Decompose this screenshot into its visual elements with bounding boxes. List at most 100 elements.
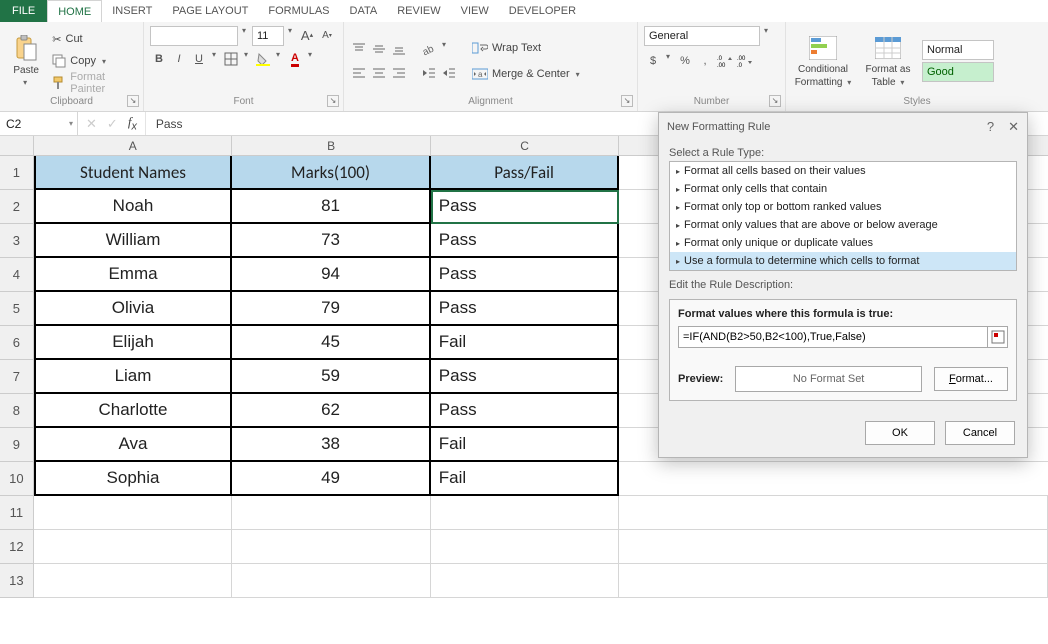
format-painter-button[interactable]: Format Painter (50, 73, 137, 93)
row-header[interactable]: 7 (0, 360, 34, 394)
tab-formulas[interactable]: FORMULAS (258, 0, 339, 22)
conditional-formatting-button[interactable]: Conditional Formatting ▾ (792, 30, 854, 92)
tab-page-layout[interactable]: PAGE LAYOUT (162, 0, 258, 22)
cell-styles-gallery[interactable]: Normal Good (922, 40, 994, 82)
orientation-button[interactable]: ab (420, 40, 438, 58)
merge-center-button[interactable]: a Merge & Center ▾ (470, 64, 586, 84)
cancel-formula-icon[interactable]: ✕ (86, 116, 97, 132)
font-dialog-launcher[interactable]: ↘ (327, 95, 339, 107)
cell-B10[interactable]: 49 (232, 462, 431, 496)
cell-C1[interactable]: Pass/Fail (431, 156, 620, 190)
row-header[interactable]: 1 (0, 156, 34, 190)
cell-A13[interactable] (34, 564, 233, 598)
tab-home[interactable]: HOME (47, 0, 102, 22)
borders-button[interactable] (222, 50, 240, 68)
cell-A6[interactable]: Elijah (34, 326, 233, 360)
font-color-button[interactable]: A (286, 50, 304, 68)
clipboard-dialog-launcher[interactable]: ↘ (127, 95, 139, 107)
percent-button[interactable]: % (676, 52, 694, 70)
increase-decimal-button[interactable]: .0.00 (716, 52, 734, 70)
select-all-corner[interactable] (0, 136, 34, 156)
number-dialog-launcher[interactable]: ↘ (769, 95, 781, 107)
row-header[interactable]: 11 (0, 496, 34, 530)
cell-B11[interactable] (232, 496, 431, 530)
increase-indent-button[interactable] (440, 64, 458, 82)
style-normal[interactable]: Normal (922, 40, 994, 60)
increase-font-button[interactable]: A▴ (298, 26, 316, 44)
align-bottom-button[interactable] (390, 40, 408, 58)
decrease-decimal-button[interactable]: .00.0 (736, 52, 754, 70)
cell-A3[interactable]: William (34, 224, 233, 258)
cell-A5[interactable]: Olivia (34, 292, 233, 326)
align-right-button[interactable] (390, 64, 408, 82)
number-format-select[interactable]: General (644, 26, 760, 46)
decrease-indent-button[interactable] (420, 64, 438, 82)
cell-A1[interactable]: Student Names (34, 156, 233, 190)
comma-style-button[interactable]: , (696, 52, 714, 70)
cell-C2[interactable]: Pass (431, 190, 620, 224)
row-header[interactable]: 9 (0, 428, 34, 462)
underline-button[interactable]: U (190, 50, 208, 68)
cancel-button[interactable]: Cancel (945, 421, 1015, 445)
rule-type-list[interactable]: Format all cells based on their valuesFo… (669, 161, 1017, 271)
dialog-close-icon[interactable]: ✕ (1008, 119, 1019, 135)
cell-B5[interactable]: 79 (232, 292, 431, 326)
row-header[interactable]: 13 (0, 564, 34, 598)
cell-A4[interactable]: Emma (34, 258, 233, 292)
fill-color-button[interactable] (254, 50, 272, 68)
currency-button[interactable]: $ (644, 52, 662, 70)
style-good[interactable]: Good (922, 62, 994, 82)
row-header[interactable]: 3 (0, 224, 34, 258)
tab-insert[interactable]: INSERT (102, 0, 162, 22)
tab-file[interactable]: FILE (0, 0, 47, 22)
col-header-a[interactable]: A (34, 136, 232, 156)
cell-A7[interactable]: Liam (34, 360, 233, 394)
tab-developer[interactable]: DEVELOPER (499, 0, 586, 22)
cell-A9[interactable]: Ava (34, 428, 233, 462)
cell-B7[interactable]: 59 (232, 360, 431, 394)
dialog-titlebar[interactable]: New Formatting Rule ? ✕ (659, 113, 1027, 141)
rule-type-item[interactable]: Format only cells that contain (670, 180, 1016, 198)
tab-review[interactable]: REVIEW (387, 0, 450, 22)
cell-C11[interactable] (431, 496, 620, 530)
cell-C12[interactable] (431, 530, 620, 564)
rule-type-item[interactable]: Format only unique or duplicate values (670, 234, 1016, 252)
cell-B6[interactable]: 45 (232, 326, 431, 360)
font-name-select[interactable] (150, 26, 238, 46)
ok-button[interactable]: OK (865, 421, 935, 445)
font-size-select[interactable]: 11 (252, 26, 284, 46)
rule-type-item[interactable]: Format only top or bottom ranked values (670, 198, 1016, 216)
cell-B1[interactable]: Marks(100) (232, 156, 431, 190)
cell-C3[interactable]: Pass (431, 224, 620, 258)
align-middle-button[interactable] (370, 40, 388, 58)
cut-button[interactable]: ✂ Cut (50, 29, 137, 49)
italic-button[interactable]: I (170, 50, 188, 68)
cell-B4[interactable]: 94 (232, 258, 431, 292)
bold-button[interactable]: B (150, 50, 168, 68)
cell-C10[interactable]: Fail (431, 462, 620, 496)
align-top-button[interactable] (350, 40, 368, 58)
cell-C7[interactable]: Pass (431, 360, 620, 394)
copy-button[interactable]: Copy ▾ (50, 51, 137, 71)
dialog-help-icon[interactable]: ? (987, 119, 994, 135)
tab-data[interactable]: DATA (340, 0, 388, 22)
row-header[interactable]: 4 (0, 258, 34, 292)
row-header[interactable]: 6 (0, 326, 34, 360)
rule-type-item[interactable]: Use a formula to determine which cells t… (670, 252, 1016, 270)
row-header[interactable]: 10 (0, 462, 34, 496)
tab-view[interactable]: VIEW (451, 0, 499, 22)
paste-button[interactable]: Paste ▾ (6, 30, 46, 92)
formula-input[interactable] (679, 331, 987, 343)
fx-icon[interactable]: fx (128, 114, 137, 133)
cell-C5[interactable]: Pass (431, 292, 620, 326)
cell-B9[interactable]: 38 (232, 428, 431, 462)
cell-B12[interactable] (232, 530, 431, 564)
row-header[interactable]: 12 (0, 530, 34, 564)
cell-A10[interactable]: Sophia (34, 462, 233, 496)
cell-A11[interactable] (34, 496, 233, 530)
rule-type-item[interactable]: Format only values that are above or bel… (670, 216, 1016, 234)
rule-type-item[interactable]: Format all cells based on their values (670, 162, 1016, 180)
row-header[interactable]: 2 (0, 190, 34, 224)
format-button[interactable]: Format... (934, 367, 1008, 391)
wrap-text-button[interactable]: Wrap Text (470, 38, 586, 58)
